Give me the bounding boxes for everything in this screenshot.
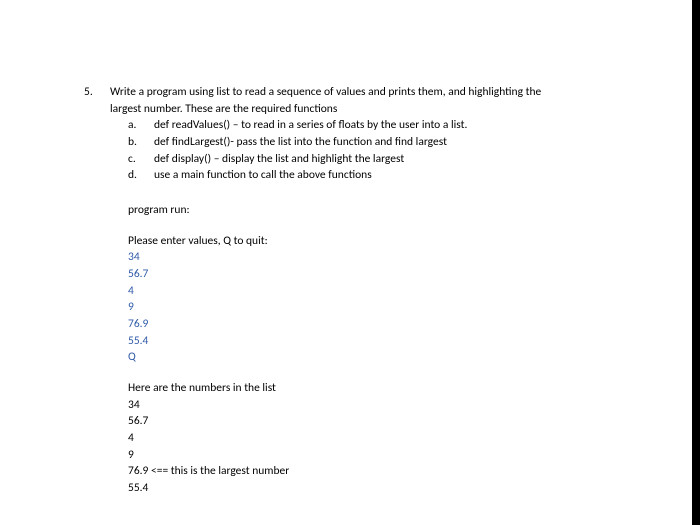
sub-text: def display() – display the list and hig…: [154, 151, 404, 168]
question-number: 5.: [84, 84, 98, 101]
input-value: 56.7: [128, 266, 660, 283]
document-page: 5. Write a program using list to read a …: [0, 0, 700, 517]
sub-text: def readValues() – to read in a series o…: [154, 117, 467, 134]
page-edge-bar: [692, 0, 700, 525]
result-value: 55.4: [128, 480, 660, 497]
input-value: 55.4: [128, 333, 660, 350]
question-prompt-line1: Write a program using list to read a seq…: [110, 84, 660, 101]
program-run-label: program run:: [128, 202, 660, 219]
input-value: 9: [128, 299, 660, 316]
question-prompt-line2: largest number. These are the required f…: [110, 101, 660, 118]
sub-letter: b.: [128, 134, 142, 151]
result-value: 4: [128, 430, 660, 447]
sub-item-a: a. def readValues() – to read in a serie…: [128, 117, 660, 134]
result-value: 34: [128, 397, 660, 414]
input-value: Q: [128, 349, 660, 366]
input-prompt: Please enter values, Q to quit:: [128, 233, 660, 250]
input-value: 76.9: [128, 316, 660, 333]
result-value: 56.7: [128, 413, 660, 430]
sub-letter: c.: [128, 151, 142, 168]
result-heading: Here are the numbers in the list: [128, 380, 660, 397]
result-value-largest: 76.9 <== this is the largest number: [128, 463, 660, 480]
sub-text: def findLargest()- pass the list into th…: [154, 134, 447, 151]
sub-text: use a main function to call the above fu…: [154, 167, 372, 184]
sub-letter: a.: [128, 117, 142, 134]
sub-letter: d.: [128, 167, 142, 184]
sub-item-c: c. def display() – display the list and …: [128, 151, 660, 168]
question-row: 5. Write a program using list to read a …: [84, 84, 660, 497]
sub-item-b: b. def findLargest()- pass the list into…: [128, 134, 660, 151]
input-value: 4: [128, 283, 660, 300]
sub-item-d: d. use a main function to call the above…: [128, 167, 660, 184]
sub-list: a. def readValues() – to read in a serie…: [110, 117, 660, 184]
question-body: Write a program using list to read a seq…: [110, 84, 660, 497]
program-run-block: program run: Please enter values, Q to q…: [110, 202, 660, 497]
input-value: 34: [128, 249, 660, 266]
result-value: 9: [128, 447, 660, 464]
